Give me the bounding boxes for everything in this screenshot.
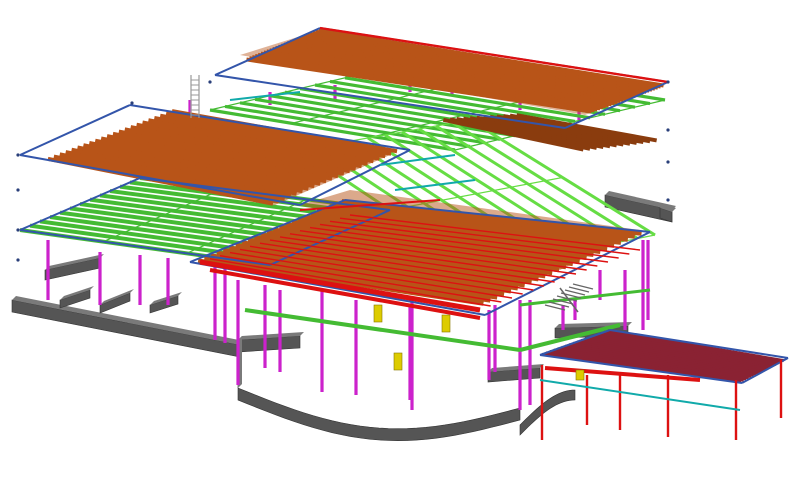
edge-node	[666, 160, 670, 164]
edge-node	[16, 258, 20, 262]
edge-node	[666, 198, 670, 202]
curved-foundation-beam	[519, 389, 576, 436]
edge-node	[16, 153, 20, 157]
edge-node	[208, 80, 212, 84]
yellow-hanger	[393, 352, 403, 371]
floor-beam	[519, 288, 651, 307]
yellow-hanger	[373, 304, 383, 323]
structural-steel-3d-model	[11, 26, 789, 441]
edge-node	[16, 188, 20, 192]
foundation-beam-top	[12, 296, 244, 345]
edge-node	[130, 101, 134, 105]
yellow-hanger	[575, 369, 585, 381]
foundation-beam	[11, 299, 241, 358]
curved-foundation-beam	[237, 387, 521, 441]
edge-node	[16, 228, 20, 232]
yellow-hanger	[441, 314, 451, 333]
3d-model-viewport[interactable]	[0, 0, 800, 497]
edge-node	[666, 128, 670, 132]
edge-node	[666, 80, 670, 84]
